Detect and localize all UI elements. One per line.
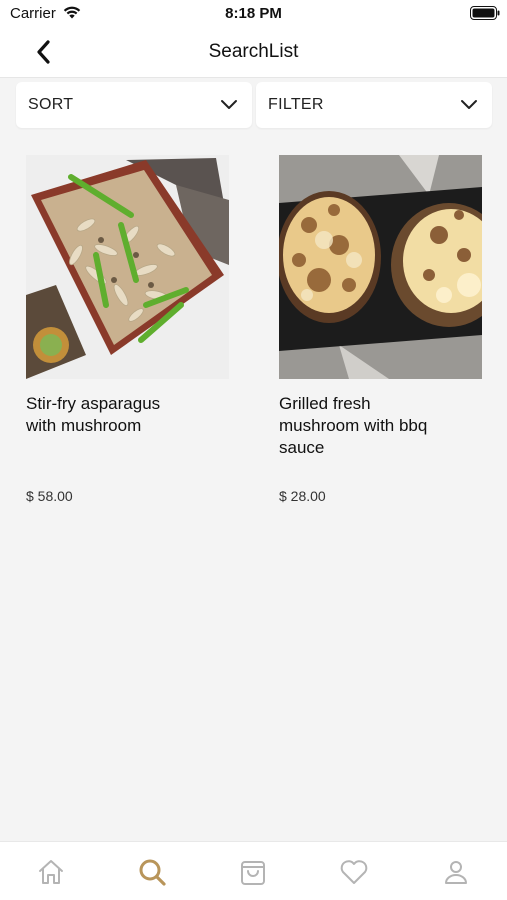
product-card[interactable]: Grilled fresh mushroom with bbq sauce $ … [279, 155, 482, 504]
chevron-down-icon [461, 100, 477, 109]
product-name[interactable]: Grilled fresh mushroom with bbq sauce [279, 393, 439, 459]
heart-icon [340, 860, 368, 884]
status-bar: Carrier 8:18 PM [0, 0, 507, 28]
chevron-down-icon [221, 100, 237, 109]
sort-filter-bar: SORT FILTER [0, 80, 507, 138]
product-name[interactable]: Stir-fry asparagus with mushroom [26, 393, 186, 437]
tab-search[interactable] [132, 852, 172, 892]
tab-favorites[interactable] [334, 852, 374, 892]
search-icon [139, 859, 166, 886]
tab-home[interactable] [31, 852, 71, 892]
product-image[interactable] [26, 155, 229, 379]
tab-cart[interactable] [233, 852, 273, 892]
product-image[interactable] [279, 155, 482, 379]
sort-label: SORT [28, 96, 74, 113]
filter-dropdown[interactable]: FILTER [256, 82, 492, 128]
product-card[interactable]: Stir-fry asparagus with mushroom $ 58.00 [26, 155, 229, 504]
shopping-bag-icon [241, 861, 265, 885]
clock: 8:18 PM [225, 5, 282, 22]
user-icon [445, 861, 467, 884]
home-icon [39, 860, 63, 884]
navigation-bar: SearchList [0, 28, 507, 78]
tab-profile[interactable] [436, 852, 476, 892]
product-price: $ 58.00 [26, 488, 73, 504]
filter-label: FILTER [268, 96, 324, 113]
sort-dropdown[interactable]: SORT [16, 82, 252, 128]
product-price: $ 28.00 [279, 488, 326, 504]
battery-icon [470, 6, 500, 20]
tab-bar [0, 841, 507, 900]
page-title: SearchList [208, 41, 299, 62]
